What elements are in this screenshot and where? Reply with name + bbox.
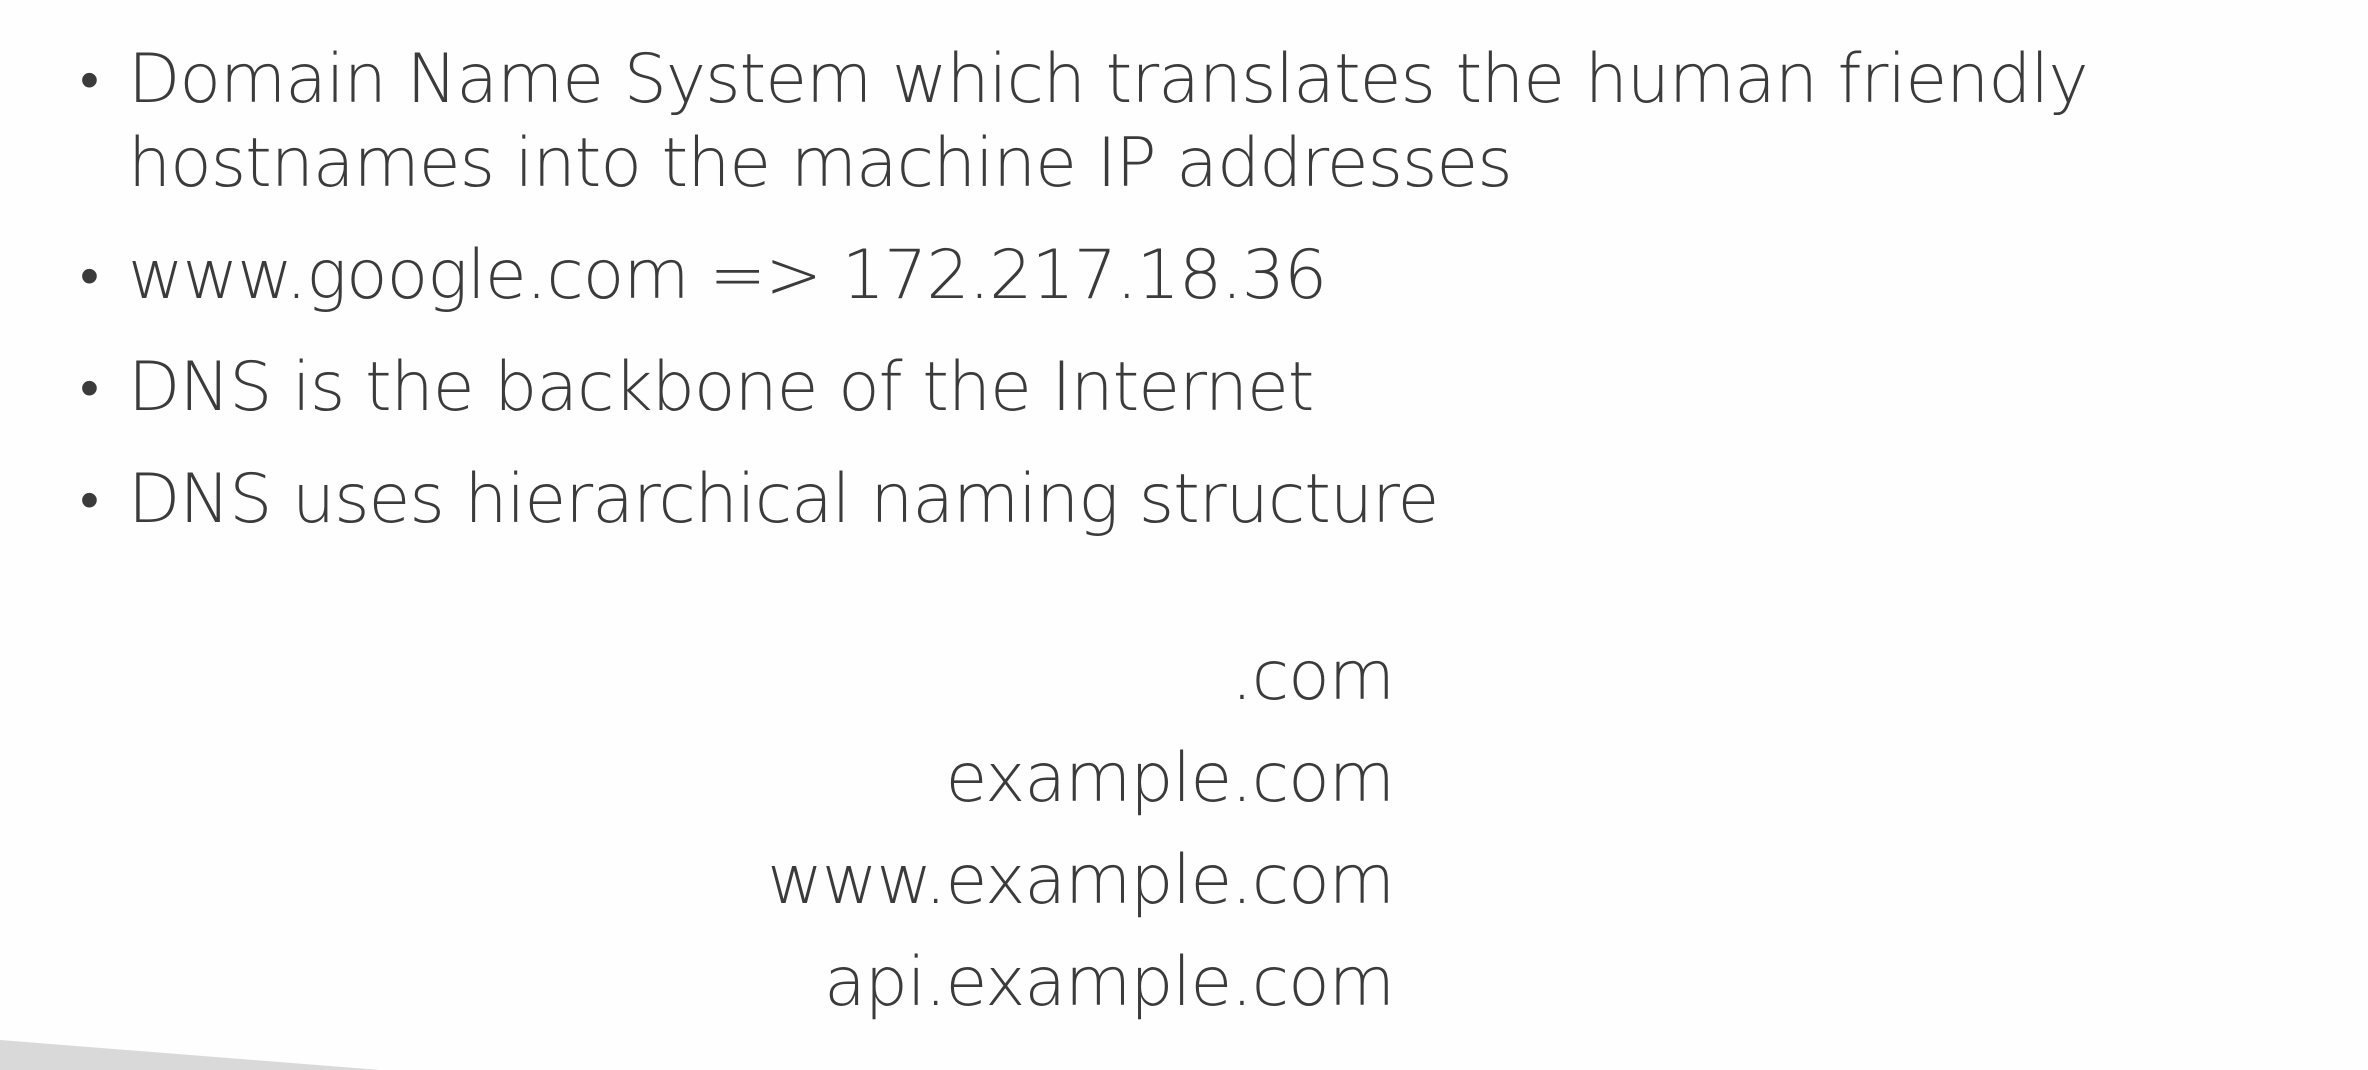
bullet-icon: • <box>80 48 99 111</box>
bullet-text: DNS uses hierarchical naming structure <box>128 460 1439 539</box>
bullet-text: Domain Name System which translates the … <box>128 40 2089 203</box>
bullet-item-google-example: • www.google.com => 172.217.18.36 <box>74 234 2314 318</box>
domain-hierarchy: .com example.com www.example.com api.exa… <box>767 626 1395 1034</box>
bullet-item-dns-definition: • Domain Name System which translates th… <box>74 38 2348 206</box>
bullet-text: DNS is the backbone of the Internet <box>128 348 1314 427</box>
bullet-item-hierarchy: • DNS uses hierarchical naming structure <box>74 458 2314 542</box>
hierarchy-www-subdomain: www.example.com <box>767 841 1395 920</box>
hierarchy-domain: example.com <box>945 739 1395 818</box>
bullet-text: www.google.com => 172.217.18.36 <box>128 236 1327 315</box>
bullet-item-backbone: • DNS is the backbone of the Internet <box>74 346 2314 430</box>
bullet-list: • Domain Name System which translates th… <box>74 38 2314 570</box>
bullet-icon: • <box>80 356 99 419</box>
bullet-icon: • <box>80 468 99 531</box>
bullet-icon: • <box>80 244 99 307</box>
hierarchy-tld: .com <box>1231 637 1395 716</box>
slide-footer-shape <box>0 1040 380 1070</box>
hierarchy-api-subdomain: api.example.com <box>824 943 1395 1022</box>
